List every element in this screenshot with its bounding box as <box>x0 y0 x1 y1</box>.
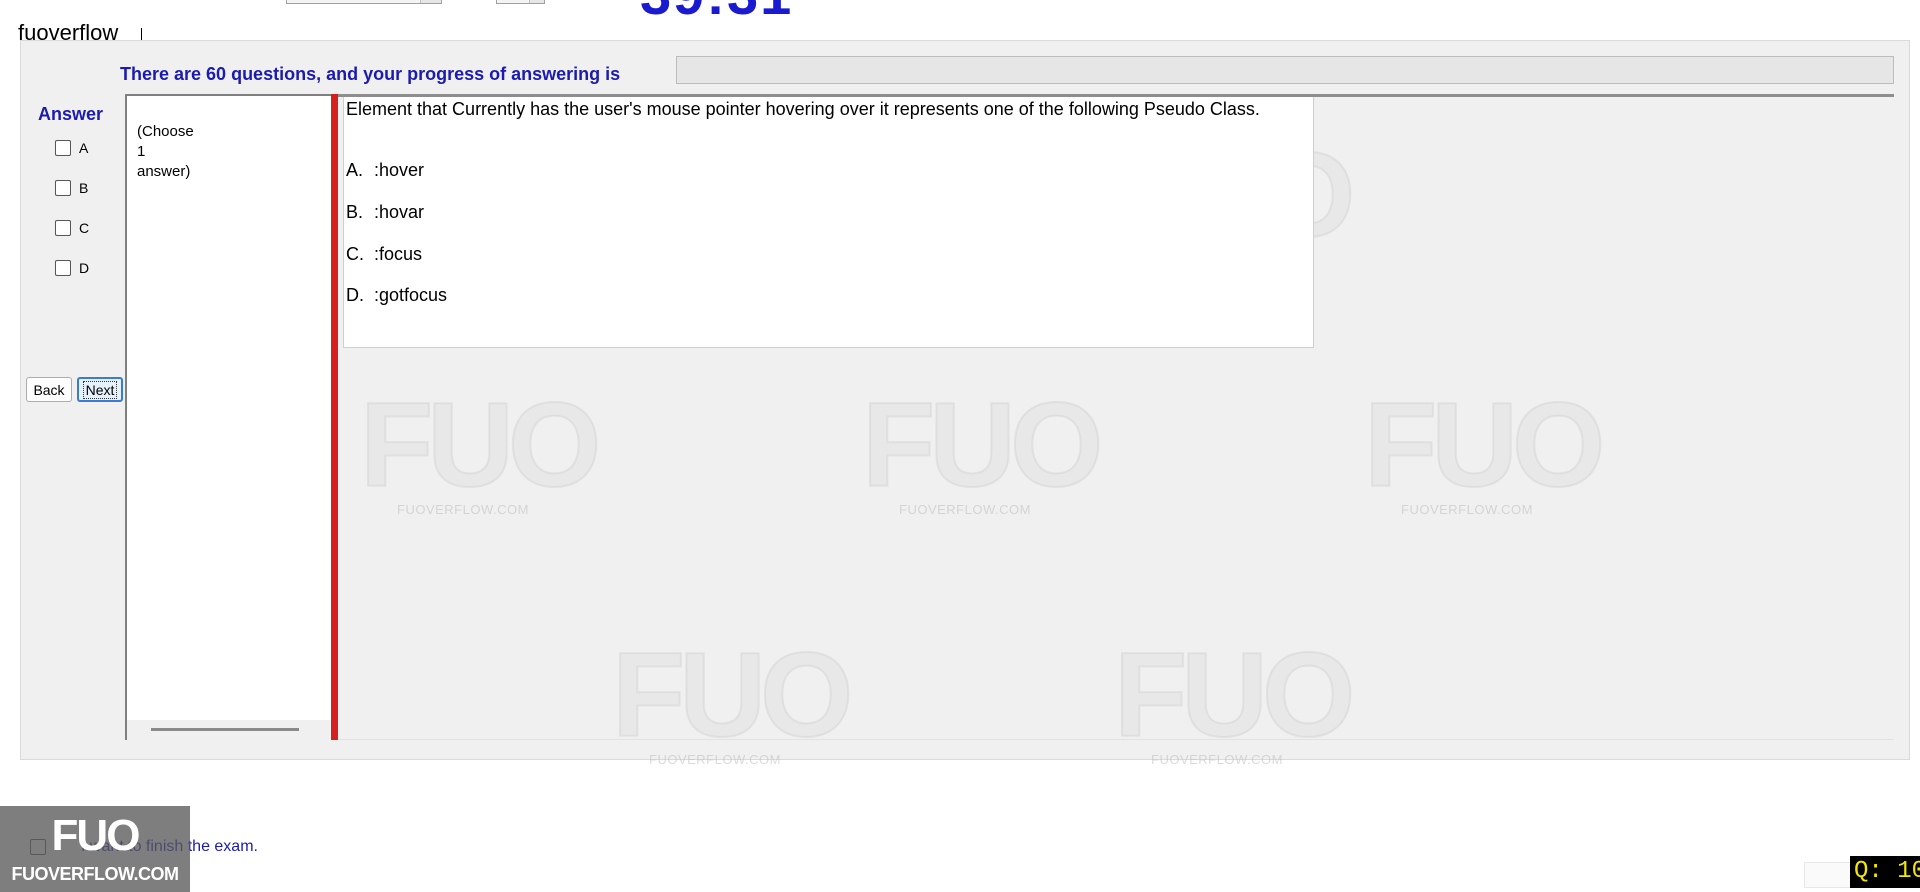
exam-code-combobox[interactable] <box>286 0 442 4</box>
splitter-divider[interactable] <box>331 94 338 740</box>
choice-d: D.:gotfocus <box>346 285 448 305</box>
choice-b: B.:hovar <box>346 202 425 222</box>
logo-text: FUOVERFLOW.COM <box>11 864 180 884</box>
question-box: Element that Currently has the user's mo… <box>343 97 1314 348</box>
choose-instruction: (Choose 1 answer) <box>137 123 194 180</box>
answer-option-c[interactable]: C <box>55 220 89 236</box>
checkbox-a[interactable] <box>55 140 71 156</box>
checkbox-d[interactable] <box>55 260 71 276</box>
answer-option-label: B <box>79 180 89 196</box>
answer-option-d[interactable]: D <box>55 260 89 276</box>
choice-a: A.:hover <box>346 160 425 180</box>
next-button-label: Next <box>82 380 118 399</box>
answer-option-label: A <box>79 140 89 156</box>
progress-label: There are 60 questions, and your progres… <box>120 64 621 84</box>
answer-option-label: D <box>79 260 90 276</box>
back-button[interactable]: Back <box>26 377 72 402</box>
font-size-combobox[interactable] <box>496 0 545 4</box>
checkbox-b[interactable] <box>55 180 71 196</box>
checkbox-c[interactable] <box>55 220 71 236</box>
logo-mark: FUO <box>51 811 141 860</box>
choose-pane: (Choose 1 answer) <box>125 94 331 740</box>
progress-bar <box>676 56 1894 84</box>
choice-c: C.:focus <box>346 244 423 264</box>
question-text: Element that Currently has the user's mo… <box>346 99 1260 119</box>
countdown-timer: 39:31 <box>640 0 793 27</box>
answer-option-a[interactable]: A <box>55 140 88 156</box>
question-counter: Q: 10 <box>1850 856 1920 888</box>
horizontal-scrollbar[interactable] <box>127 720 331 740</box>
answer-title: Answer <box>38 104 104 124</box>
answer-option-b[interactable]: B <box>55 180 88 196</box>
fuoverflow-logo: FUO FUOVERFLOW.COM <box>0 806 190 892</box>
answer-option-label: C <box>79 220 90 236</box>
next-button[interactable]: Next <box>77 377 123 402</box>
scrollbar-thumb[interactable] <box>151 728 299 731</box>
